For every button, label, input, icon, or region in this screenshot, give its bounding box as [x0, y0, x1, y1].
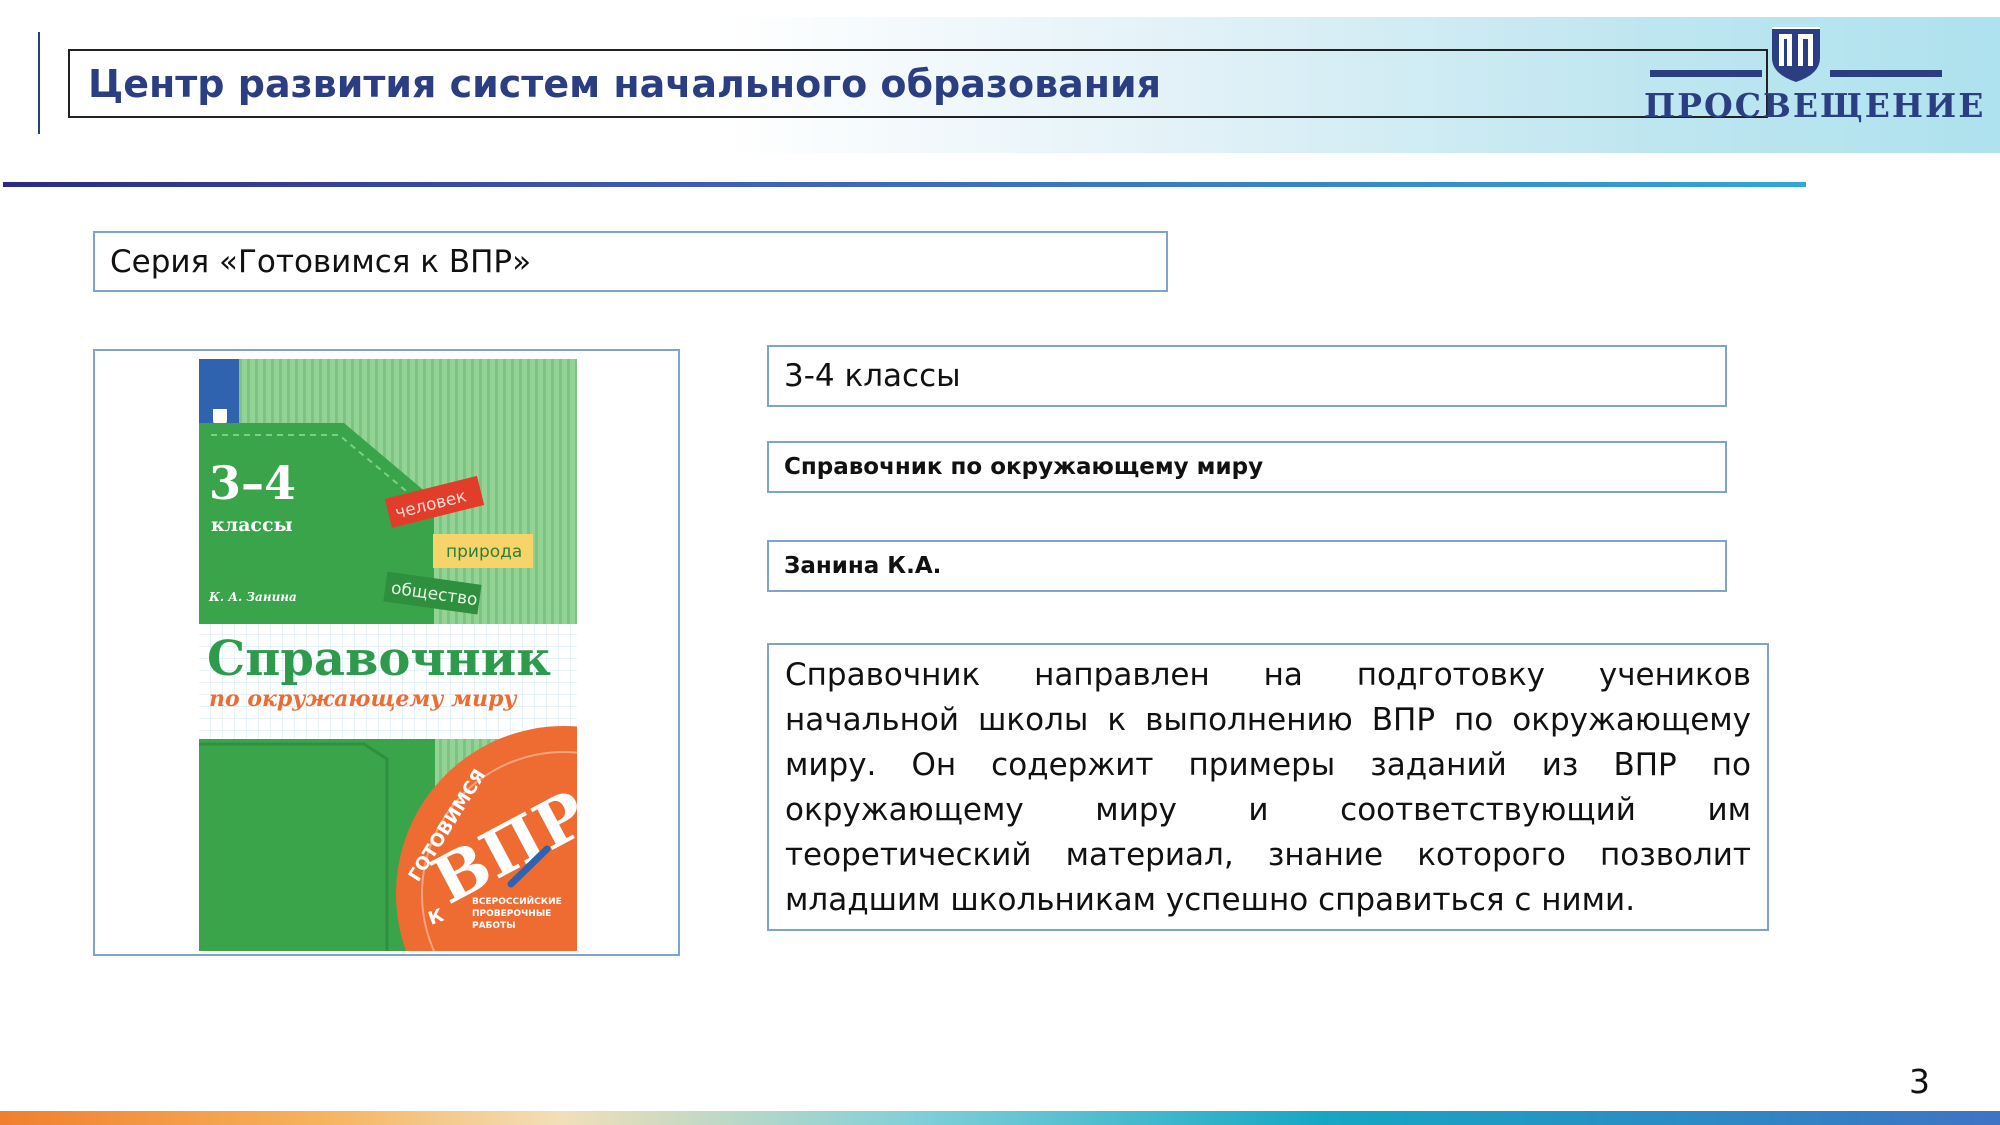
prosveshchenie-shield-icon [1772, 27, 1820, 82]
book-author: Занина К.А. [767, 540, 1727, 592]
book-cover: 3–4 классы К. А. Занина человек природа … [199, 359, 577, 951]
page-title: Центр развития систем начального образов… [68, 49, 1768, 118]
cover-author: К. А. Занина [208, 590, 297, 604]
cover-title: Справочник [207, 631, 551, 687]
grade-label: 3-4 классы [767, 345, 1727, 407]
footer-bar [0, 1111, 2000, 1125]
logo-text: ПРОСВЕЩЕНИЕ [1644, 86, 1986, 125]
header-left-line [38, 32, 40, 134]
book-title: Справочник по окружающему миру [767, 441, 1727, 493]
logo-bar-right [1830, 70, 1942, 77]
logo-bar-left [1650, 70, 1762, 77]
series-label: Серия «Готовимся к ВПР» [93, 231, 1168, 292]
cover-badge-small-1: ВСЕРОССИЙСКИЕ [472, 895, 562, 907]
cover-grade-word: классы [211, 514, 293, 536]
cover-subtitle: по окружающему миру [209, 686, 518, 712]
cover-badge-small-3: РАБОТЫ [472, 921, 516, 931]
cover-grade-number: 3–4 [209, 456, 296, 510]
book-cover-frame: 3–4 классы К. А. Занина человек природа … [93, 349, 680, 956]
page-number: 3 [1909, 1062, 1930, 1101]
svg-text:природа: природа [446, 542, 522, 562]
book-description: Справочник направлен на подготовку учени… [767, 643, 1769, 931]
cover-badge-small-2: ПРОВЕРОЧНЫЕ [472, 909, 551, 919]
cover-tag-priroda: природа [433, 534, 533, 568]
header-divider [3, 182, 1806, 187]
prosveshchenie-logo: ПРОСВЕЩЕНИЕ [1640, 20, 1986, 130]
